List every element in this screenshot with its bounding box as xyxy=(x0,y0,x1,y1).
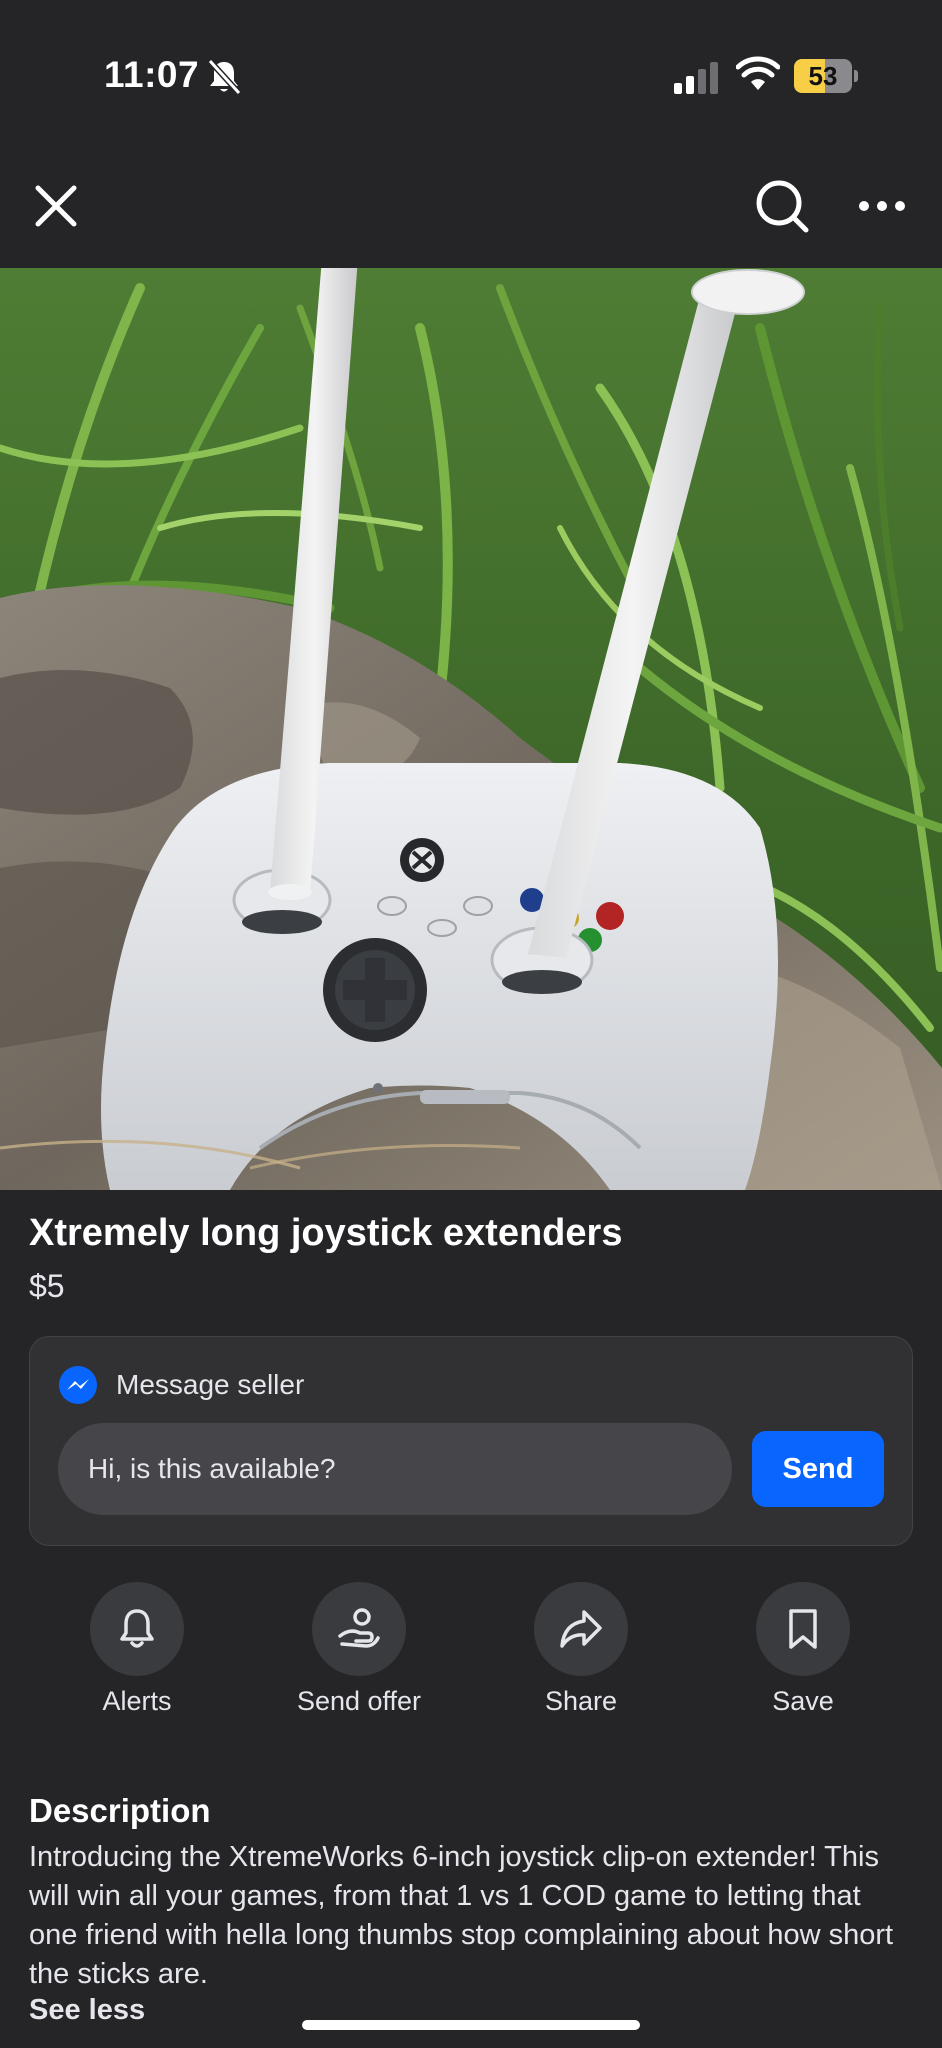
share-label: Share xyxy=(544,1686,618,1716)
offer-icon xyxy=(338,1608,380,1648)
wifi-icon xyxy=(736,56,780,90)
message-seller-card: Message seller Send xyxy=(29,1336,913,1546)
home-indicator xyxy=(302,2020,640,2030)
status-time: 11:07 xyxy=(104,54,200,95)
send-offer-label: Send offer xyxy=(296,1686,422,1716)
close-icon[interactable] xyxy=(30,180,82,232)
controller-photo xyxy=(0,268,942,1190)
message-input[interactable] xyxy=(58,1423,732,1515)
messenger-icon xyxy=(59,1366,97,1404)
status-bar: 11:07 53 xyxy=(0,0,942,150)
message-seller-header: Message seller xyxy=(58,1365,304,1405)
alerts-button[interactable]: Alerts xyxy=(37,1582,237,1722)
share-arrow-icon xyxy=(560,1610,602,1648)
bell-slash-icon xyxy=(207,58,242,96)
send-offer-button[interactable]: Send offer xyxy=(259,1582,459,1722)
cellular-signal-icon xyxy=(674,62,718,94)
save-label: Save xyxy=(772,1686,834,1716)
description-heading: Description xyxy=(29,1792,211,1829)
share-button[interactable]: Share xyxy=(481,1582,681,1722)
listing-photo[interactable] xyxy=(0,268,942,1190)
listing-title: Xtremely long joystick extenders xyxy=(29,1212,623,1254)
save-button[interactable]: Save xyxy=(703,1582,903,1722)
bell-icon xyxy=(120,1609,154,1648)
bookmark-icon xyxy=(789,1609,817,1649)
see-less-link[interactable]: See less xyxy=(29,1994,145,2027)
listing-price: $5 xyxy=(29,1268,65,1304)
top-nav xyxy=(0,150,942,268)
search-icon[interactable] xyxy=(752,176,812,236)
battery-percent: 53 xyxy=(808,61,838,91)
battery-icon: 53 xyxy=(794,59,858,93)
more-options-icon[interactable] xyxy=(856,186,908,226)
message-seller-label: Message seller xyxy=(116,1369,305,1400)
description-text: Introducing the XtremeWorks 6-inch joyst… xyxy=(29,1841,894,1990)
send-button[interactable]: Send xyxy=(752,1431,884,1507)
alerts-label: Alerts xyxy=(102,1686,172,1716)
